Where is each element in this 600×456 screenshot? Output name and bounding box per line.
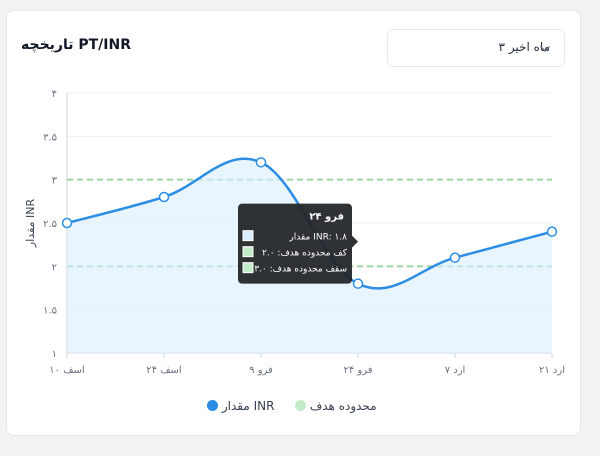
tooltip-line: کف محدوده هدف: ۲.۰ xyxy=(262,249,348,259)
y-tick-label: ۲ xyxy=(52,262,57,273)
chart-legend: مقدار INR محدوده هدف xyxy=(7,399,582,419)
tooltip-swatch xyxy=(242,246,254,258)
inr-line-chart: ۱ ۱.۵ ۲ ۲.۵ ۳ ۳.۵ ۴ مقدار INR ۱۰ اسف ۲۴ اسف ۹ فرو ۲… xyxy=(24,89,565,376)
legend-item-inr[interactable]: مقدار INR xyxy=(207,399,274,413)
legend-swatch-inr xyxy=(207,400,218,411)
x-tick-label: ۷ ارد xyxy=(445,365,466,376)
tooltip-line: سقف محدوده هدف: ۳.۰ xyxy=(254,265,347,275)
data-point xyxy=(352,278,364,289)
legend-label-target: محدوده هدف xyxy=(309,399,377,413)
y-tick-label: ۳ xyxy=(52,176,58,187)
tooltip-caret xyxy=(352,235,358,248)
x-tick-label: ۱۰ اسف xyxy=(49,365,84,376)
tooltip-line: مقدار INR: ۱.۸ xyxy=(288,233,347,243)
y-tick-label: ۳.۵ xyxy=(43,132,57,143)
pt-inr-card: تاریخچه PT/INR ۳ ماه اخیر ۱ ۱.۵ ۲ ۲.۵ ۳ ۳.۵ ۴ م… xyxy=(6,10,581,436)
tooltip-swatch xyxy=(242,262,254,274)
x-tick-label: ۹ فرو xyxy=(249,365,273,376)
x-tick-label: ۲۴ فرو xyxy=(343,365,372,376)
x-tick-label: ۲۱ ارد xyxy=(539,365,565,376)
legend-swatch-target xyxy=(295,400,306,411)
tooltip-swatch xyxy=(242,230,254,242)
data-point xyxy=(546,226,558,237)
legend-item-target[interactable]: محدوده هدف xyxy=(295,399,377,413)
data-point xyxy=(61,217,73,229)
x-tick-label: ۲۴ اسف xyxy=(146,365,181,376)
y-tick-label: ۱ xyxy=(52,349,57,360)
tooltip-title: ۲۴ فرو xyxy=(309,212,344,223)
y-tick-label: ۴ xyxy=(52,89,57,100)
data-point xyxy=(449,252,461,263)
y-tick-label: ۲.۵ xyxy=(43,219,57,230)
y-tick-label: ۱.۵ xyxy=(43,306,57,317)
data-point xyxy=(158,191,170,203)
legend-label-inr: مقدار INR xyxy=(221,399,275,413)
data-point xyxy=(255,157,267,168)
y-axis-label: مقدار INR xyxy=(24,199,37,249)
